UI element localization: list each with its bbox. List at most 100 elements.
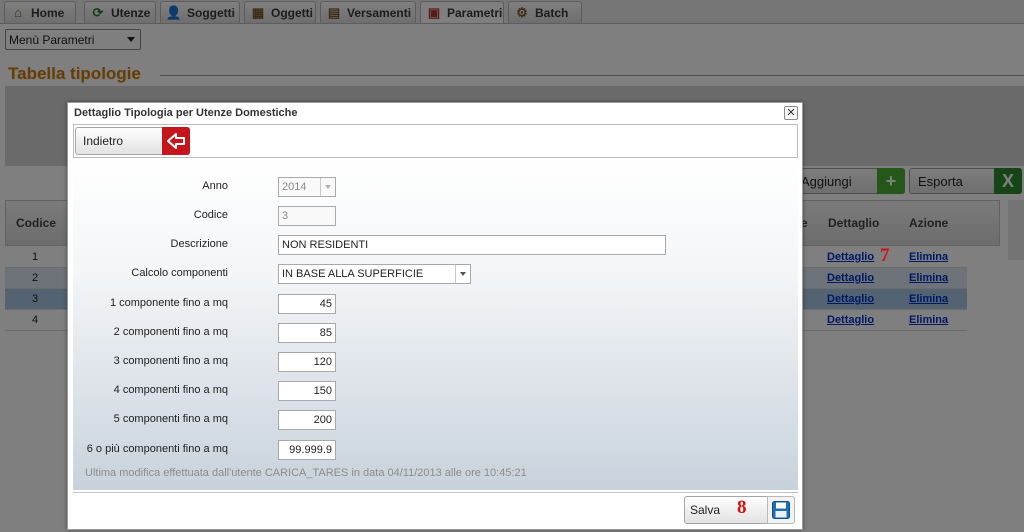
anno-value: 2014 (282, 181, 307, 193)
c5-value: 200 (313, 414, 332, 426)
back-button[interactable]: Indietro (75, 127, 190, 155)
field-row-c2: 2 componenti fino a mq 85 (73, 323, 798, 345)
export-button[interactable]: Esporta X (909, 168, 1022, 194)
tab-parametri[interactable]: ▣ Parametri (420, 1, 504, 23)
row-code: 2 (32, 272, 39, 284)
field-row-calcolo: Calcolo componenti IN BASE ALLA SUPERFIC… (73, 264, 798, 286)
home-icon: ⌂ (14, 5, 22, 20)
descrizione-label: Descrizione (170, 238, 228, 250)
payment-icon: ▤ (327, 4, 341, 20)
tab-oggetti[interactable]: ▦ Oggetti (244, 1, 316, 23)
cycle-icon: ⟳ (92, 4, 104, 20)
c4-label: 4 componenti fino a mq (113, 384, 228, 396)
calcolo-value: IN BASE ALLA SUPERFICIE (282, 268, 424, 280)
calcolo-select[interactable]: IN BASE ALLA SUPERFICIE (278, 264, 471, 284)
close-icon[interactable]: ✕ (784, 106, 798, 120)
tab-soggetti[interactable]: 👤 Soggetti (160, 1, 240, 23)
codice-input[interactable]: 3 (278, 206, 336, 226)
chevron-down-icon (320, 178, 335, 196)
c5-label: 5 componenti fino a mq (113, 413, 228, 425)
field-row-c5: 5 componenti fino a mq 200 (73, 410, 798, 432)
tab-label: Versamenti (347, 5, 412, 20)
tab-batch[interactable]: ⚙ Batch (508, 1, 582, 23)
c6-input[interactable]: 99.999.9 (278, 440, 336, 460)
codice-value: 3 (282, 210, 289, 222)
type-detail-dialog: Dettaglio Tipologia per Utenze Domestich… (67, 102, 803, 530)
c3-input[interactable]: 120 (278, 352, 336, 372)
row-code: 4 (32, 314, 39, 326)
delete-link[interactable]: Elimina (909, 251, 948, 263)
excel-icon: X (994, 168, 1022, 194)
field-row-c4: 4 componenti fino a mq 150 (73, 381, 798, 403)
c2-value: 85 (319, 327, 332, 339)
row-code: 1 (32, 251, 39, 263)
vertical-scrollbar[interactable] (1008, 200, 1024, 260)
delete-link[interactable]: Elimina (909, 293, 948, 305)
descrizione-input[interactable]: NON RESIDENTI (278, 235, 666, 255)
c1-label: 1 componente fino a mq (109, 297, 228, 309)
back-button-label: Indietro (83, 134, 124, 148)
gears-icon: ⚙ (516, 4, 528, 20)
parameters-menu-select[interactable]: Menù Parametri (5, 29, 141, 50)
delete-link[interactable]: Elimina (909, 314, 948, 326)
dialog-title: Dettaglio Tipologia per Utenze Domestich… (74, 107, 298, 119)
params-icon: ▣ (427, 4, 441, 20)
codice-label: Codice (193, 209, 228, 221)
dialog-footer: Salva (73, 492, 798, 526)
save-button-label: Salva (690, 503, 721, 517)
c2-input[interactable]: 85 (278, 323, 336, 343)
title-divider (160, 75, 1024, 76)
anno-select[interactable]: 2014 (278, 177, 336, 197)
tab-label: Utenze (111, 5, 151, 20)
floppy-disk-icon (767, 496, 795, 524)
export-button-label: Esporta (918, 173, 963, 189)
c1-input[interactable]: 45 (278, 294, 336, 314)
page-title: Tabella tipologie (8, 64, 141, 83)
tab-label: Soggetti (187, 5, 235, 20)
delete-link[interactable]: Elimina (909, 272, 948, 284)
c1-value: 45 (319, 298, 332, 310)
c6-value: 99.999.9 (289, 444, 332, 456)
c5-input[interactable]: 200 (278, 410, 336, 430)
detail-link[interactable]: Dettaglio (827, 251, 874, 263)
tab-label: Batch (535, 5, 569, 20)
person-icon: 👤 (165, 4, 183, 20)
chevron-down-icon (455, 265, 470, 283)
add-button-label: Aggiungi (801, 173, 852, 189)
c6-label: 6 o più componenti fino a mq (86, 443, 228, 455)
tab-home[interactable]: ⌂ Home (4, 1, 76, 23)
detail-link[interactable]: Dettaglio (827, 293, 874, 305)
main-tab-bar: ⌂ Home ⟳ Utenze 👤 Soggetti ▦ Oggetti ▤ Versam… (0, 0, 1024, 24)
tab-label: Parametri (447, 5, 503, 20)
field-row-anno: Anno 2014 (73, 177, 798, 199)
annotation-marker-7: 7 (880, 245, 890, 266)
dialog-form: Anno 2014 Codice 3 Descrizione NON RESID… (73, 160, 798, 490)
field-row-descrizione: Descrizione NON RESIDENTI (73, 235, 798, 257)
c4-input[interactable]: 150 (278, 381, 336, 401)
detail-link[interactable]: Dettaglio (827, 272, 874, 284)
tab-utenze[interactable]: ⟳ Utenze (84, 1, 156, 23)
tab-versamenti[interactable]: ▤ Versamenti (320, 1, 416, 23)
chevron-down-icon (127, 37, 135, 42)
plus-icon: + (877, 168, 905, 194)
dialog-toolbar: Indietro (73, 124, 798, 158)
c3-value: 120 (313, 356, 332, 368)
header-dettaglio: Dettaglio (828, 216, 880, 230)
calcolo-label: Calcolo componenti (131, 267, 228, 279)
header-azione: Azione (909, 216, 949, 230)
c2-label: 2 componenti fino a mq (113, 326, 228, 338)
building-icon: ▦ (251, 4, 265, 20)
tab-label: Oggetti (271, 5, 313, 20)
c4-value: 150 (313, 385, 332, 397)
annotation-marker-8: 8 (737, 497, 747, 518)
field-row-codice: Codice 3 (73, 206, 798, 228)
row-code: 3 (32, 293, 39, 305)
descrizione-value: NON RESIDENTI (282, 239, 369, 251)
anno-label: Anno (202, 180, 228, 192)
add-button[interactable]: Aggiungi + (792, 168, 905, 194)
c3-label: 3 componenti fino a mq (113, 355, 228, 367)
detail-link[interactable]: Dettaglio (827, 314, 874, 326)
field-row-c6: 6 o più componenti fino a mq 99.999.9 (73, 440, 798, 462)
tab-label: Home (31, 5, 65, 20)
arrow-left-icon (162, 127, 190, 155)
